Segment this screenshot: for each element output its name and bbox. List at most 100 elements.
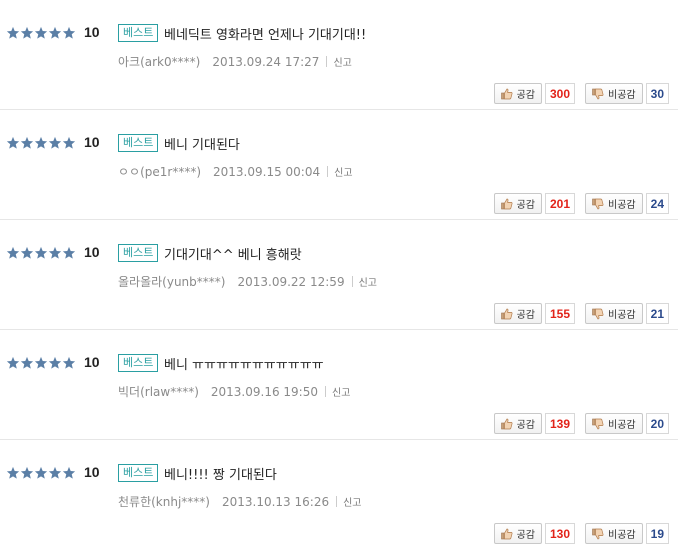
star-icon	[62, 246, 76, 260]
star-icon	[6, 356, 20, 370]
comment-text: 베니 ㅠㅠㅠㅠㅠㅠㅠㅠㅠㅠㅠ	[164, 358, 324, 373]
best-badge: 베스트	[118, 24, 159, 42]
star-icon	[34, 466, 48, 480]
star-icon	[20, 26, 34, 40]
author-name[interactable]: 올라올라(yunb****)	[118, 273, 225, 290]
dislike-count: 30	[645, 83, 669, 104]
star-rating	[6, 355, 76, 371]
review-item: 10 베스트 베니 기대된다 ㅇㅇ(pe1r****) 2013.09.15 0…	[0, 110, 678, 220]
star-icon	[48, 26, 62, 40]
like-count: 201	[545, 193, 576, 214]
like-label: 공감	[516, 310, 535, 321]
best-badge: 베스트	[118, 134, 159, 152]
thumbs-up-icon	[500, 528, 513, 540]
vote-controls: 공감 300 비공감 30	[493, 83, 669, 104]
comment-date: 2013.09.15 00:04	[213, 164, 321, 179]
like-label: 공감	[516, 420, 535, 431]
star-icon	[48, 246, 62, 260]
divider	[325, 386, 326, 397]
dislike-count: 21	[645, 303, 669, 324]
comment-date: 2013.09.22 12:59	[237, 274, 345, 289]
star-icon	[48, 136, 62, 150]
star-rating	[6, 245, 76, 261]
comment-meta: ㅇㅇ(pe1r****) 2013.09.15 00:04 신고	[118, 163, 353, 180]
thumbs-down-icon	[592, 198, 604, 210]
review-list: 10 베스트 베네딕트 영화라면 언제나 기대기대!! 아크(ark0****)…	[0, 0, 678, 550]
star-rating	[6, 135, 76, 151]
dislike-label: 비공감	[608, 90, 636, 101]
star-icon	[6, 466, 20, 480]
review-item: 10 베스트 베니!!!! 짱 기대된다 천류한(knhj****) 2013.…	[0, 440, 678, 550]
star-icon	[20, 136, 34, 150]
dislike-button[interactable]: 비공감	[585, 523, 643, 544]
comment-meta: 올라올라(yunb****) 2013.09.22 12:59 신고	[118, 273, 377, 290]
like-button[interactable]: 공감	[493, 523, 542, 544]
author-name[interactable]: ㅇㅇ(pe1r****)	[118, 163, 201, 180]
dislike-label: 비공감	[608, 310, 636, 321]
like-count: 155	[545, 303, 576, 324]
star-icon	[6, 246, 20, 260]
star-icon	[20, 246, 34, 260]
dislike-label: 비공감	[608, 420, 636, 431]
divider	[351, 276, 353, 287]
dislike-button[interactable]: 비공감	[585, 303, 643, 324]
author-name[interactable]: 빅더(rlaw****)	[118, 383, 199, 400]
star-icon	[62, 356, 76, 370]
comment-meta: 아크(ark0****) 2013.09.24 17:27 신고	[118, 53, 352, 70]
dislike-button[interactable]: 비공감	[585, 83, 643, 104]
report-link[interactable]: 신고	[334, 164, 352, 179]
divider	[327, 166, 329, 177]
comment-date: 2013.10.13 16:26	[221, 494, 330, 509]
like-label: 공감	[516, 90, 535, 101]
divider	[336, 496, 338, 507]
rating-score: 10	[84, 24, 100, 40]
star-icon	[34, 356, 48, 370]
star-icon	[34, 26, 48, 40]
star-icon	[6, 136, 20, 150]
dislike-count: 24	[645, 193, 669, 214]
report-link[interactable]: 신고	[359, 274, 377, 289]
like-count: 130	[545, 523, 576, 544]
star-icon	[6, 26, 20, 40]
dislike-button[interactable]: 비공감	[585, 193, 643, 214]
divider	[326, 56, 328, 67]
comment-text: 베니 기대된다	[164, 138, 240, 153]
report-link[interactable]: 신고	[343, 494, 361, 509]
vote-controls: 공감 139 비공감 20	[493, 413, 669, 434]
author-name[interactable]: 아크(ark0****)	[118, 53, 200, 70]
star-rating	[6, 25, 76, 41]
like-button[interactable]: 공감	[493, 83, 542, 104]
best-badge: 베스트	[118, 464, 159, 482]
star-icon	[62, 466, 76, 480]
rating-score: 10	[84, 244, 100, 260]
like-label: 공감	[516, 530, 535, 541]
star-icon	[62, 26, 76, 40]
review-item: 10 베스트 베네딕트 영화라면 언제나 기대기대!! 아크(ark0****)…	[0, 0, 678, 110]
star-icon	[34, 136, 48, 150]
dislike-button[interactable]: 비공감	[585, 413, 643, 434]
best-badge: 베스트	[118, 354, 159, 372]
review-item: 10 베스트 기대기대^^ 베니 흥해랏 올라올라(yunb****) 2013…	[0, 220, 678, 330]
report-link[interactable]: 신고	[332, 384, 350, 399]
thumbs-up-icon	[500, 198, 513, 210]
rating-score: 10	[84, 464, 100, 480]
dislike-count: 20	[645, 413, 669, 434]
vote-controls: 공감 130 비공감 19	[493, 523, 669, 544]
like-button[interactable]: 공감	[493, 303, 542, 324]
thumbs-down-icon	[592, 308, 604, 320]
rating-score: 10	[84, 134, 100, 150]
star-icon	[34, 246, 48, 260]
like-label: 공감	[516, 200, 535, 211]
report-link[interactable]: 신고	[333, 54, 351, 69]
dislike-label: 비공감	[608, 530, 636, 541]
like-button[interactable]: 공감	[493, 193, 542, 214]
like-count: 300	[545, 83, 576, 104]
vote-controls: 공감 155 비공감 21	[493, 303, 669, 324]
like-button[interactable]: 공감	[493, 413, 542, 434]
author-name[interactable]: 천류한(knhj****)	[118, 493, 210, 510]
comment-text: 기대기대^^ 베니 흥해랏	[164, 248, 302, 263]
comment-meta: 빅더(rlaw****) 2013.09.16 19:50 신고	[118, 383, 350, 400]
star-rating	[6, 465, 76, 481]
star-icon	[48, 466, 62, 480]
star-icon	[20, 356, 34, 370]
